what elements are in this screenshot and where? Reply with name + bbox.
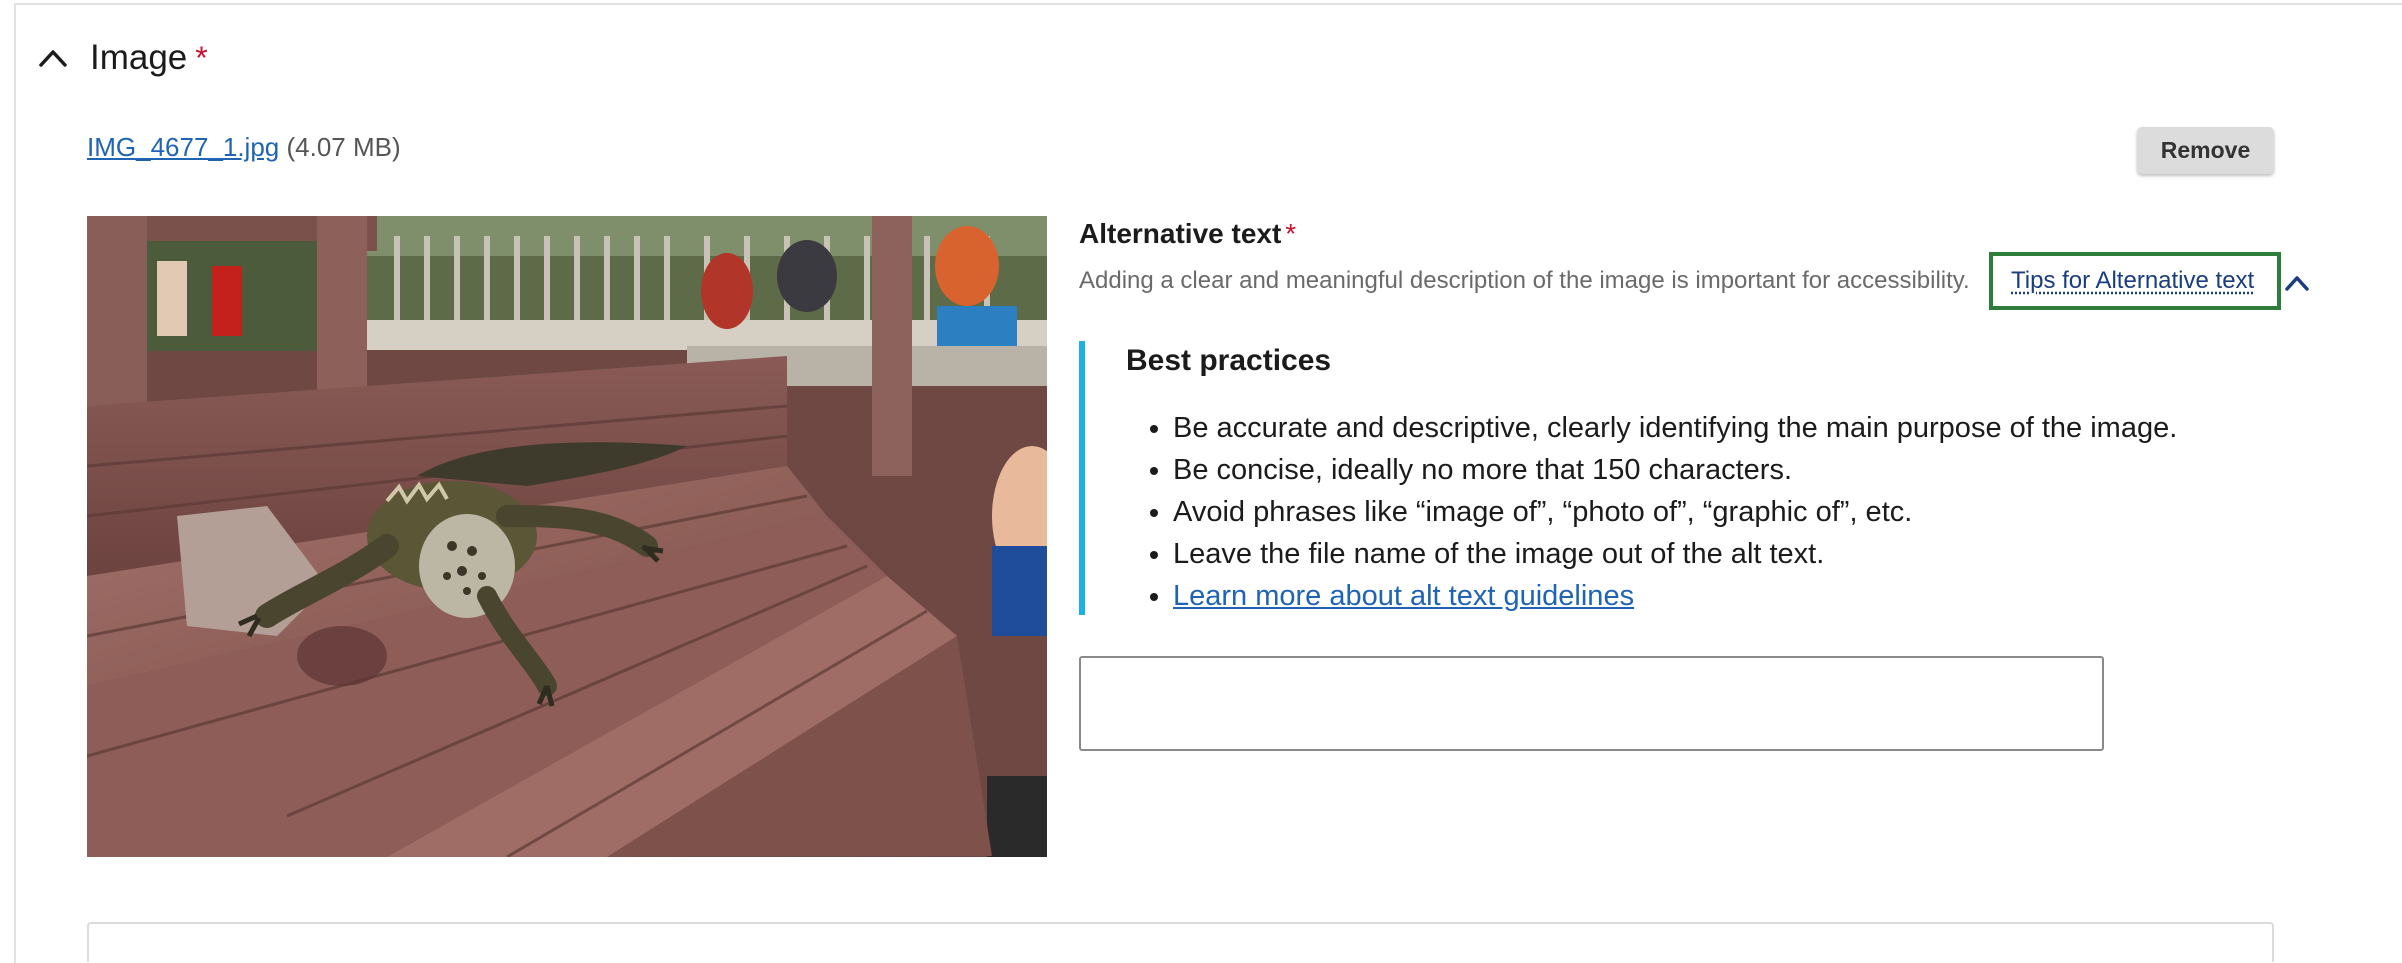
- best-practices-title: Best practices: [1126, 344, 1332, 377]
- image-preview-graphic: [87, 216, 1047, 857]
- list-item: Avoid phrases like “image of”, “photo of…: [1173, 491, 2177, 533]
- file-size: (4.07 MB): [286, 132, 401, 162]
- file-info: IMG_4677_1.jpg (4.07 MB): [87, 132, 401, 163]
- learn-more-link[interactable]: Learn more about alt text guidelines: [1173, 580, 1634, 612]
- image-preview: [87, 216, 1047, 857]
- section-title: Image *: [90, 38, 208, 77]
- list-item: Be accurate and descriptive, clearly ide…: [1173, 407, 2177, 449]
- list-item: Learn more about alt text guidelines: [1173, 575, 2177, 617]
- alt-text-input[interactable]: [1079, 656, 2104, 751]
- alt-text-label: Alternative text *: [1079, 218, 1297, 249]
- section-toggle[interactable]: Image *: [38, 38, 208, 78]
- list-item: Leave the file name of the image out of …: [1173, 533, 2177, 575]
- alt-text-description: Adding a clear and meaningful descriptio…: [1079, 267, 1970, 294]
- chevron-up-icon[interactable]: [2284, 274, 2310, 292]
- best-practices-list: Be accurate and descriptive, clearly ide…: [1127, 407, 2177, 617]
- next-panel: [87, 922, 2274, 962]
- remove-button[interactable]: Remove: [2137, 127, 2274, 174]
- required-marker: *: [1285, 218, 1297, 249]
- chevron-up-icon: [39, 50, 67, 67]
- file-name-link[interactable]: IMG_4677_1.jpg: [87, 132, 279, 162]
- list-item: Be concise, ideally no more that 150 cha…: [1173, 449, 2177, 491]
- tips-alt-text-link[interactable]: Tips for Alternative text: [2011, 267, 2254, 295]
- required-marker: *: [195, 40, 208, 76]
